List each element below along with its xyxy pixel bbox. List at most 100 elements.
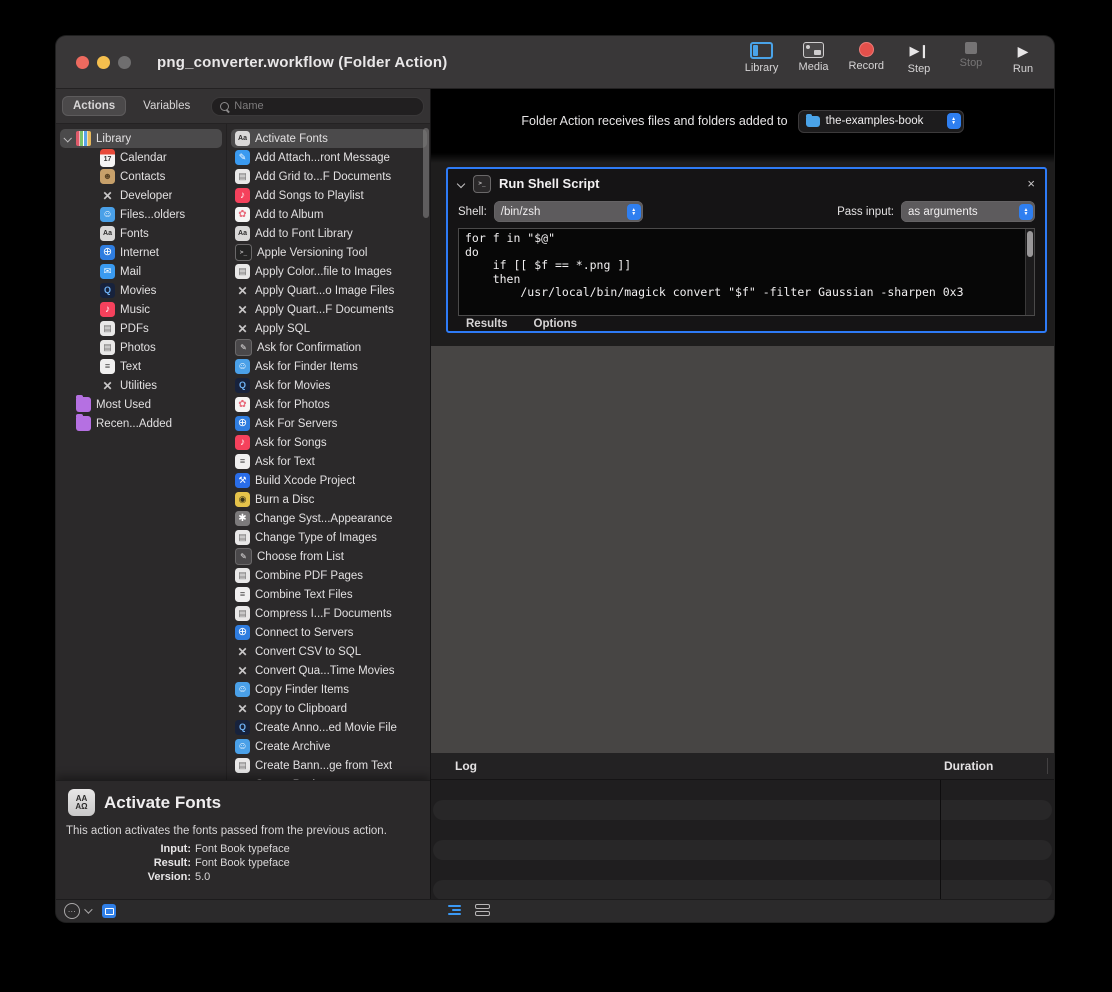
action-list-item[interactable]: Aa Add to Font Library (231, 224, 427, 243)
action-list-item[interactable]: ⚒ Build Xcode Project (231, 471, 427, 490)
shell-script-code[interactable]: for f in "$@" do if [[ $f == *.png ]] th… (465, 232, 1034, 300)
sidebar-item[interactable]: 17 Calendar (84, 148, 222, 167)
sidebar-item[interactable]: ☻ Contacts (84, 167, 222, 186)
action-list-item[interactable]: ▤ Create Bann...ge from Text (231, 756, 427, 775)
options-button[interactable]: Options (534, 318, 577, 330)
chevron-down-icon[interactable] (84, 905, 92, 913)
minimize-window-button[interactable] (97, 56, 110, 69)
action-list-item[interactable]: ✱ Change Syst...Appearance (231, 509, 427, 528)
toolbar-button-stop: Stop (954, 42, 988, 75)
action-list-item[interactable]: ✕ Apply Quart...o Image Files (231, 281, 427, 300)
action-list-item[interactable]: ✕ Apply Quart...F Documents (231, 300, 427, 319)
finder-icon: ☺ (100, 207, 115, 222)
sidebar-item[interactable]: ✕ Utilities (84, 376, 222, 395)
disclosure-chevron-icon[interactable] (63, 134, 71, 142)
action-list-item[interactable]: Q Create Anno...ed Movie File (231, 718, 427, 737)
action-list-item[interactable]: ≡ Combine Text Files (231, 585, 427, 604)
sidebar-item[interactable]: Most Used (60, 395, 222, 414)
sidebar-item[interactable]: ✉ Mail (84, 262, 222, 281)
search-input[interactable]: Name (211, 97, 424, 116)
results-button[interactable]: Results (466, 318, 508, 330)
action-list-item[interactable]: ♪ Add Songs to Playlist (231, 186, 427, 205)
action-list-item[interactable]: ▤ Add Grid to...F Documents (231, 167, 427, 186)
action-list-item[interactable]: ✕ Copy to Clipboard (231, 699, 427, 718)
action-list-item[interactable]: ▤ Compress I...F Documents (231, 604, 427, 623)
duration-column-header[interactable]: Duration (944, 759, 993, 773)
sidebar-item[interactable]: Q Movies (84, 281, 222, 300)
toolbar-button-record[interactable]: Record (849, 42, 884, 75)
sidebar-item[interactable]: ⊕ Internet (84, 243, 222, 262)
title-bar[interactable]: png_converter.workflow (Folder Action) L… (56, 36, 1054, 89)
tab-variables[interactable]: Variables (132, 96, 201, 116)
sidebar-item[interactable]: ✕ Developer (84, 186, 222, 205)
action-list-item[interactable]: ▤ Change Type of Images (231, 528, 427, 547)
sidebar-item[interactable]: ☺ Files...olders (84, 205, 222, 224)
sidebar-item[interactable]: Recen...Added (60, 414, 222, 433)
action-list-item[interactable]: ✎ Choose from List (231, 547, 427, 566)
code-scrollbar[interactable] (1025, 229, 1034, 315)
action-list-item[interactable]: ♪ Ask for Songs (231, 433, 427, 452)
list-view-icon[interactable] (448, 905, 461, 915)
action-menu-icon[interactable]: ⋯ (64, 903, 80, 919)
action-list-item[interactable]: ✕ Convert Qua...Time Movies (231, 661, 427, 680)
description-body: This action activates the fonts passed f… (66, 825, 420, 837)
pass-input-select[interactable]: as arguments ▲▼ (901, 201, 1035, 222)
action-list-item[interactable]: ✿ Add to Album (231, 205, 427, 224)
action-list-item[interactable]: ☺ Ask for Finder Items (231, 357, 427, 376)
shell-select[interactable]: /bin/zsh ▲▼ (494, 201, 643, 222)
action-list-item[interactable]: ≡ Ask for Text (231, 452, 427, 471)
sidebar-item[interactable]: Library (60, 129, 222, 148)
action-list-item[interactable]: ⊕ Connect to Servers (231, 623, 427, 642)
sidebar-item[interactable]: Aa Fonts (84, 224, 222, 243)
folder-select[interactable]: the-examples-book ▲▼ (798, 110, 964, 133)
gear-icon: ✱ (235, 511, 250, 526)
action-list-item[interactable]: ☺ Copy Finder Items (231, 680, 427, 699)
folder-action-label: Folder Action receives files and folders… (521, 114, 787, 128)
music-note-icon: ♪ (235, 188, 250, 203)
close-window-button[interactable] (76, 56, 89, 69)
log-column-header[interactable]: Log (455, 759, 477, 773)
photo-icon: ▤ (235, 264, 250, 279)
contacts-icon: ☻ (100, 169, 115, 184)
action-list-item[interactable]: Aa Activate Fonts (231, 129, 427, 148)
action-list-item[interactable]: ✿ Ask for Photos (231, 395, 427, 414)
photo-icon: ▤ (100, 340, 115, 355)
toolbar-button-media[interactable]: Media (797, 42, 831, 75)
toolbar-button-library[interactable]: Library (745, 42, 779, 75)
action-list-item[interactable]: ☺ Create Archive (231, 737, 427, 756)
workflow-view-icon[interactable] (475, 904, 490, 916)
action-list-item[interactable]: >_ Apple Versioning Tool (231, 243, 427, 262)
action-list-item[interactable]: ▤ Combine PDF Pages (231, 566, 427, 585)
sidebar-item[interactable]: ♪ Music (84, 300, 222, 319)
sidebar-item[interactable]: ▤ Photos (84, 338, 222, 357)
action-list-item[interactable]: ▤ Apply Color...file to Images (231, 262, 427, 281)
tab-actions[interactable]: Actions (62, 96, 126, 116)
log-row (433, 880, 1052, 900)
action-list-item[interactable]: ◉ Burn a Disc (231, 490, 427, 509)
collapse-chevron-icon[interactable] (457, 179, 465, 187)
crossed-tools-icon: ✕ (235, 663, 250, 678)
action-list-item[interactable]: ⊕ Ask For Servers (231, 414, 427, 433)
close-action-icon[interactable]: × (1027, 177, 1035, 190)
automator-window: png_converter.workflow (Folder Action) L… (56, 36, 1054, 922)
media-browser-toggle-icon[interactable] (102, 904, 116, 918)
zoom-window-button[interactable] (118, 56, 131, 69)
action-list-item[interactable]: ✎ Add Attach...ront Message (231, 148, 427, 167)
sidebar-item[interactable]: ▤ PDFs (84, 319, 222, 338)
action-list-item[interactable]: ✕ Apply SQL (231, 319, 427, 338)
toolbar-button-label: Library (745, 62, 779, 74)
run-shell-script-action[interactable]: >_ Run Shell Script × Shell: /bin/zsh ▲▼… (446, 167, 1047, 333)
photo-icon: ▤ (235, 530, 250, 545)
workflow-canvas[interactable] (431, 346, 1054, 753)
action-list-scrollbar[interactable] (423, 128, 429, 218)
search-icon (220, 102, 229, 111)
sidebar-item[interactable]: ≡ Text (84, 357, 222, 376)
action-list-item[interactable]: ✕ Convert CSV to SQL (231, 642, 427, 661)
toolbar-button-step[interactable]: ▶❙Step (902, 42, 936, 75)
toolbar-button-run[interactable]: ▶Run (1006, 42, 1040, 75)
text-document-icon: ≡ (235, 587, 250, 602)
action-list-item[interactable]: ✎ Ask for Confirmation (231, 338, 427, 357)
crossed-tools-icon: ✕ (100, 188, 115, 203)
shell-script-editor[interactable]: for f in "$@" do if [[ $f == *.png ]] th… (458, 228, 1035, 316)
action-list-item[interactable]: Q Ask for Movies (231, 376, 427, 395)
